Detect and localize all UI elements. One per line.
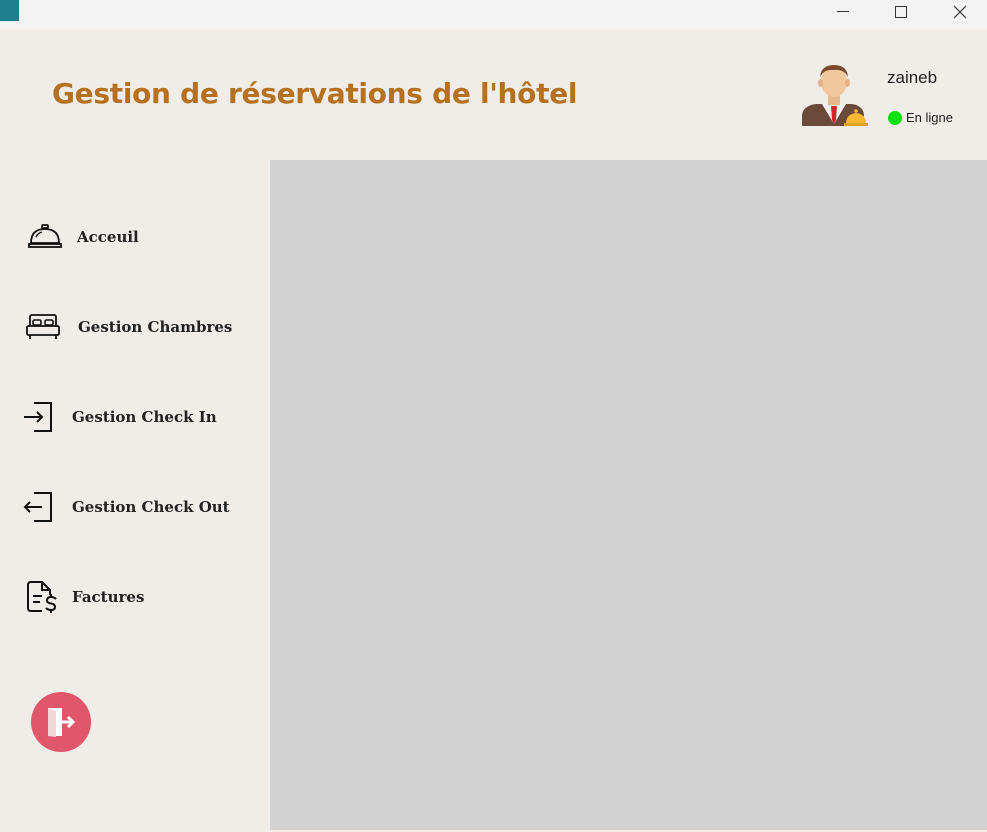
logout-door-icon	[48, 708, 76, 737]
sidebar-item-gestion-check-out[interactable]: Gestion Check Out	[21, 490, 230, 524]
check-in-icon	[21, 400, 57, 434]
online-status-dot-icon	[888, 110, 902, 125]
hotel-app-icon	[0, 0, 19, 21]
header: Gestion de réservations de l'hôtel zaine…	[0, 30, 987, 160]
online-status: En ligne	[888, 110, 953, 125]
invoice-icon	[25, 580, 59, 614]
minimize-icon	[837, 11, 849, 12]
check-out-icon	[21, 490, 57, 524]
minimize-button[interactable]	[820, 0, 866, 24]
sidebar-item-label: Gestion Check In	[72, 408, 217, 426]
sidebar: Acceuil Gestion Chambres Gestion Check I…	[0, 160, 270, 832]
close-button[interactable]	[937, 0, 983, 24]
sidebar-item-label: Factures	[72, 588, 145, 606]
sidebar-item-label: Gestion Chambres	[78, 318, 233, 336]
page-title: Gestion de réservations de l'hôtel	[52, 77, 578, 110]
sidebar-item-gestion-chambres[interactable]: Gestion Chambres	[24, 312, 232, 342]
sidebar-item-label: Acceuil	[77, 228, 139, 246]
sidebar-item-acceuil[interactable]: Acceuil	[26, 222, 139, 252]
sidebar-item-label: Gestion Check Out	[72, 498, 230, 516]
bed-icon	[24, 312, 62, 342]
sidebar-item-gestion-check-in[interactable]: Gestion Check In	[21, 400, 217, 434]
close-icon	[953, 5, 967, 19]
sidebar-item-factures[interactable]: Factures	[25, 580, 144, 614]
username: zaineb	[887, 68, 938, 87]
logout-button[interactable]	[31, 692, 91, 752]
main-content-area	[270, 160, 987, 830]
status-label: En ligne	[906, 110, 953, 125]
window-titlebar	[0, 0, 987, 30]
receptionist-avatar-icon	[802, 65, 868, 126]
maximize-icon	[895, 6, 907, 18]
maximize-button[interactable]	[878, 0, 924, 24]
service-bell-icon	[26, 222, 64, 252]
